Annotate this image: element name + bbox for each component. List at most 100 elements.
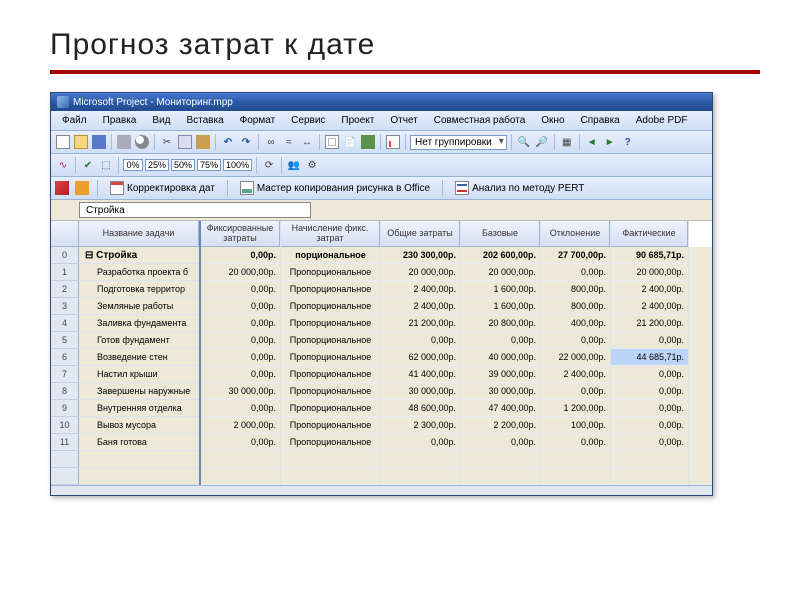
col-base[interactable]: Базовые	[461, 221, 540, 247]
data-cell[interactable]: 0,00р.	[541, 332, 610, 349]
data-cell[interactable]: 20 000,00р.	[201, 264, 280, 281]
zoom-50[interactable]: 50%	[171, 159, 195, 171]
data-cell[interactable]: 2 400,00р.	[611, 298, 688, 315]
link-tasks-icon[interactable]: ∞	[263, 134, 279, 150]
data-cell[interactable]: 40 000,00р.	[461, 349, 540, 366]
data-cell[interactable]: Пропорциональное	[281, 315, 380, 332]
data-cell[interactable]: 2 300,00р.	[381, 417, 460, 434]
menu-project[interactable]: Проект	[334, 113, 381, 128]
grouping-select[interactable]: Нет группировки	[410, 135, 507, 150]
task-name-cell[interactable]: Завершены наружные	[79, 383, 199, 400]
data-cell[interactable]: 27 700,00р.	[541, 247, 610, 264]
task-name-cell[interactable]: Готов фундамент	[79, 332, 199, 349]
col-total[interactable]: Общие затраты	[381, 221, 460, 247]
adjust-dates-button[interactable]: Корректировка дат	[106, 180, 219, 196]
data-cell[interactable]: 0,00р.	[611, 383, 688, 400]
data-cell[interactable]: 0,00р.	[611, 434, 688, 451]
data-cell[interactable]: 20 800,00р.	[461, 315, 540, 332]
data-cell[interactable]: Пропорциональное	[281, 400, 380, 417]
data-cell[interactable]: 2 400,00р.	[381, 281, 460, 298]
data-cell[interactable]: 62 000,00р.	[381, 349, 460, 366]
data-cell[interactable]: 0,00р.	[201, 400, 280, 417]
data-cell[interactable]: 2 400,00р.	[611, 281, 688, 298]
data-cell[interactable]: 44 685,71р.	[611, 349, 688, 366]
checkmark-icon[interactable]: ✔	[80, 157, 96, 173]
menu-report[interactable]: Отчет	[383, 113, 424, 128]
data-cell[interactable]: 20 000,00р.	[461, 264, 540, 281]
data-cell[interactable]: 0,00р.	[381, 332, 460, 349]
data-cell[interactable]: 0,00р.	[461, 434, 540, 451]
data-cell[interactable]: 0,00р.	[611, 332, 688, 349]
zoom-out-icon[interactable]: 🔍	[516, 134, 532, 150]
data-cell[interactable]: 47 400,00р.	[461, 400, 540, 417]
row-number[interactable]: 4	[51, 315, 79, 332]
data-cell[interactable]: 30 000,00р.	[201, 383, 280, 400]
data-cell[interactable]: 30 000,00р.	[461, 383, 540, 400]
task-name-cell[interactable]: Вывоз мусора	[79, 417, 199, 434]
next-icon[interactable]: ►	[602, 134, 618, 150]
task-name-cell[interactable]: Баня готова	[79, 434, 199, 451]
menu-view[interactable]: Вид	[145, 113, 177, 128]
data-cell[interactable]: Пропорциональное	[281, 349, 380, 366]
corner-header[interactable]	[51, 221, 79, 247]
row-number[interactable]: 3	[51, 298, 79, 315]
notes-icon[interactable]: 📄	[342, 134, 358, 150]
data-cell[interactable]: 0,00р.	[201, 332, 280, 349]
data-cell[interactable]: 0,00р.	[611, 417, 688, 434]
row-number[interactable]: 10	[51, 417, 79, 434]
data-cell[interactable]: 1 600,00р.	[461, 281, 540, 298]
data-cell[interactable]: 400,00р.	[541, 315, 610, 332]
menu-format[interactable]: Формат	[233, 113, 283, 128]
redo-icon[interactable]: ↷	[238, 134, 254, 150]
data-cell[interactable]: 800,00р.	[541, 281, 610, 298]
row-number[interactable]: 6	[51, 349, 79, 366]
data-cell[interactable]: 21 200,00р.	[611, 315, 688, 332]
pdf-icon[interactable]	[55, 181, 69, 195]
menu-collab[interactable]: Совместная работа	[427, 113, 533, 128]
zoom-0[interactable]: 0%	[123, 159, 143, 171]
new-icon[interactable]	[55, 134, 71, 150]
data-cell[interactable]: 0,00р.	[201, 281, 280, 298]
data-cell[interactable]: 800,00р.	[541, 298, 610, 315]
row-number[interactable]: 2	[51, 281, 79, 298]
data-cell[interactable]: Пропорциональное	[281, 434, 380, 451]
save-icon[interactable]	[91, 134, 107, 150]
data-cell[interactable]: 2 400,00р.	[381, 298, 460, 315]
task-name-cell[interactable]: Заливка фундамента	[79, 315, 199, 332]
pert-analysis-button[interactable]: Анализ по методу PERT	[451, 180, 588, 196]
task-name-cell[interactable]: Внутренняя отделка	[79, 400, 199, 417]
data-cell[interactable]: Пропорциональное	[281, 281, 380, 298]
assign-icon[interactable]	[360, 134, 376, 150]
data-cell[interactable]: 22 000,00р.	[541, 349, 610, 366]
row-number[interactable]: 1	[51, 264, 79, 281]
data-cell[interactable]: 2 000,00р.	[201, 417, 280, 434]
print-icon[interactable]	[116, 134, 132, 150]
data-cell[interactable]: 21 200,00р.	[381, 315, 460, 332]
wave-icon[interactable]: ∿	[55, 157, 71, 173]
task-name-cell[interactable]: Разработка проекта б	[79, 264, 199, 281]
data-cell[interactable]: 0,00р.	[201, 434, 280, 451]
col-actual[interactable]: Фактические	[611, 221, 688, 247]
menu-help[interactable]: Справка	[574, 113, 627, 128]
cell-edit-input[interactable]	[79, 202, 311, 218]
data-cell[interactable]: Пропорциональное	[281, 417, 380, 434]
col-task-name[interactable]: Название задачи	[79, 221, 199, 247]
data-cell[interactable]: 0,00р.	[611, 366, 688, 383]
menu-adobe-pdf[interactable]: Adobe PDF	[629, 113, 695, 128]
data-cell[interactable]: 20 000,00р.	[381, 264, 460, 281]
copy-picture-button[interactable]: Мастер копирования рисунка в Office	[236, 180, 434, 196]
data-cell[interactable]: 0,00р.	[201, 247, 280, 264]
misc-icon[interactable]: ⚙	[304, 157, 320, 173]
col-fixed[interactable]: Фиксированные затраты	[201, 221, 280, 247]
open-icon[interactable]	[73, 134, 89, 150]
data-cell[interactable]: 0,00р.	[201, 298, 280, 315]
prev-icon[interactable]: ◄	[584, 134, 600, 150]
paste-icon[interactable]	[195, 134, 211, 150]
zoom-25[interactable]: 25%	[145, 159, 169, 171]
zoom-75[interactable]: 75%	[197, 159, 221, 171]
row-number[interactable]: 11	[51, 434, 79, 451]
data-cell[interactable]: Пропорциональное	[281, 332, 380, 349]
cut-icon[interactable]: ✂	[159, 134, 175, 150]
zoom-in-icon[interactable]: 🔎	[534, 134, 550, 150]
data-cell[interactable]: Пропорциональное	[281, 366, 380, 383]
